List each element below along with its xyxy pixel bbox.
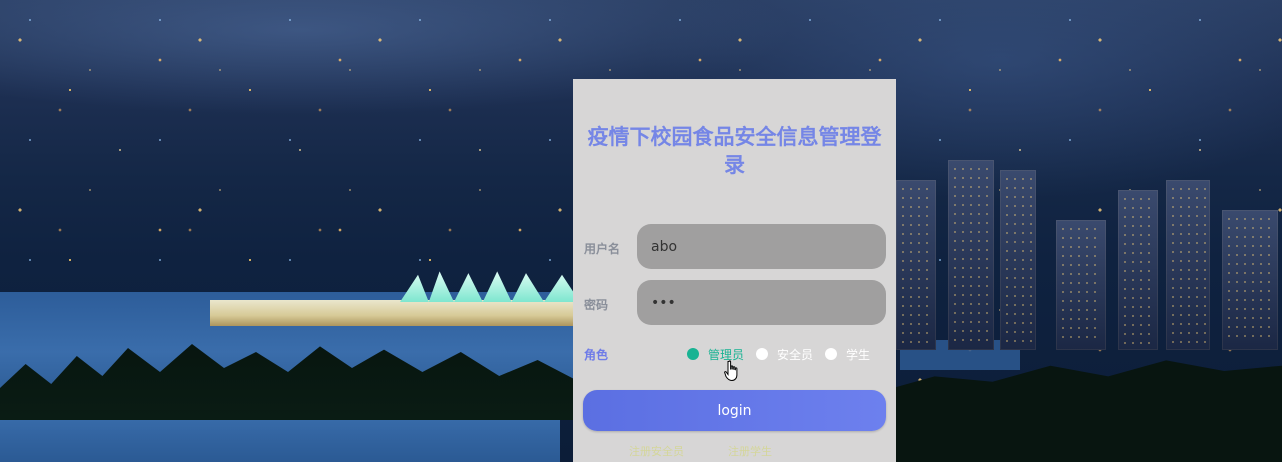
register-student-link[interactable]: 注册学生 [728, 443, 772, 459]
role-radio-safety-officer[interactable]: 安全员 [756, 346, 813, 363]
password-input[interactable] [637, 280, 886, 325]
role-label: 角色 [584, 348, 609, 362]
username-input[interactable] [637, 224, 886, 269]
login-button[interactable]: login [583, 390, 886, 431]
login-title: 疫情下校园食品安全信息管理登录 [587, 125, 882, 177]
login-card: 疫情下校园食品安全信息管理登录 用户名 密码 角色 管理员 安全员 学生 log… [573, 79, 896, 462]
register-safety-officer-link[interactable]: 注册安全员 [629, 443, 684, 459]
radio-dot[interactable] [756, 348, 769, 360]
role-radio-label: 学生 [846, 347, 871, 362]
role-radio-group: 管理员 安全员 学生 [687, 345, 882, 363]
radio-dot-checked[interactable] [687, 348, 699, 360]
radio-dot[interactable] [825, 348, 838, 360]
password-label: 密码 [584, 298, 609, 312]
role-radio-label: 安全员 [777, 347, 814, 362]
hand-cursor-icon [724, 360, 738, 382]
role-radio-student[interactable]: 学生 [825, 346, 870, 363]
username-label: 用户名 [584, 242, 621, 256]
